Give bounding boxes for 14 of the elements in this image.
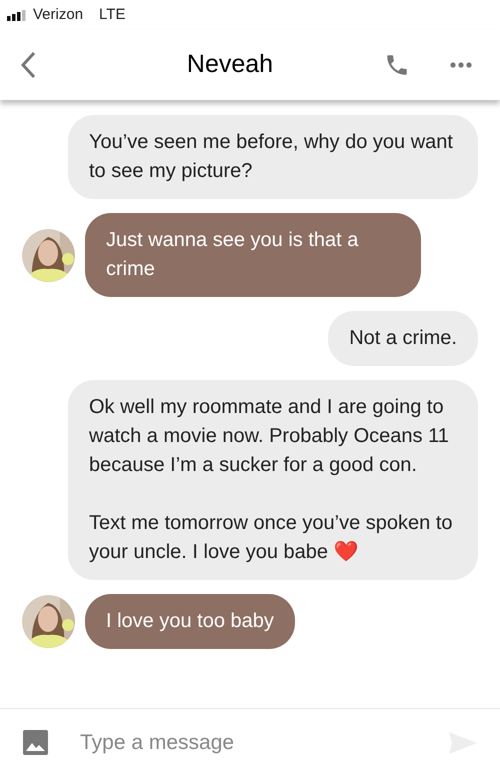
- message-text: Ok well my roommate and I are going to watch a movie now. Probably Oceans 11 because I’m a sucker for a good con.: [89, 395, 450, 478]
- message-text: I love you too baby: [106, 609, 274, 634]
- carrier-name: Verizon: [33, 4, 84, 25]
- message-text: You’ve seen me before, why do you want to see my picture?: [89, 130, 454, 184]
- more-icon[interactable]: [450, 62, 472, 68]
- message-input[interactable]: Type a message: [80, 726, 449, 758]
- message-text: Text me tomorrow once you’ve spoken to your uncle. I love you babe ❤: [89, 511, 454, 565]
- back-icon[interactable]: [20, 51, 36, 79]
- network-type: LTE: [99, 4, 126, 25]
- signal-icon: [7, 10, 27, 20]
- message-text: Not a crime.: [349, 326, 457, 351]
- image-icon[interactable]: [23, 730, 48, 755]
- contact-name: Neveah: [186, 49, 274, 80]
- message-text: Just wanna see you is that a crime: [106, 228, 360, 282]
